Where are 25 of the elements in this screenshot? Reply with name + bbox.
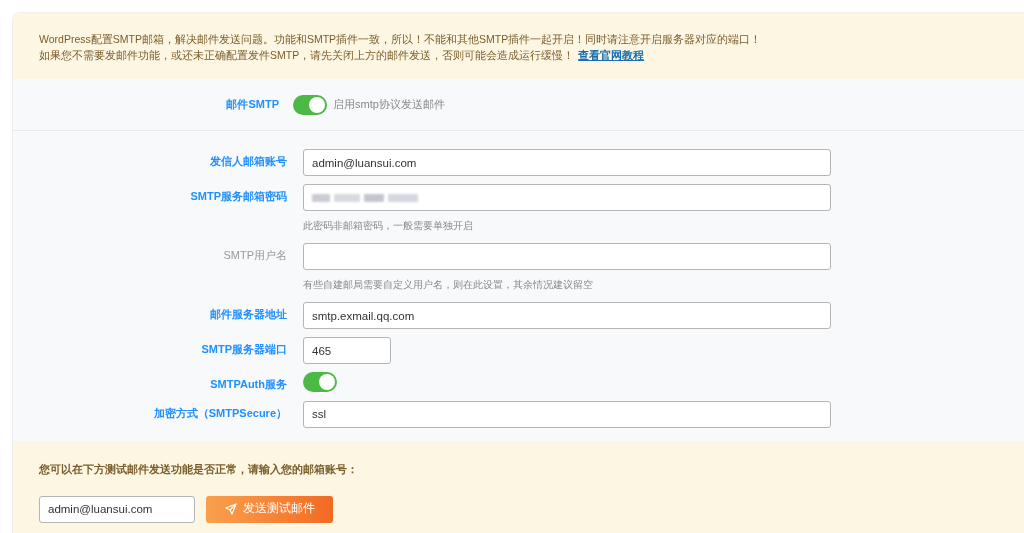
notice-text: WordPress配置SMTP邮箱，解决邮件发送问题。功能和SMTP插件一致，所以！不能和其他SMTP插件一起开启！同时请注意开启服务器对应的端口！	[39, 32, 763, 47]
field-label: 加密方式（SMTPSecure）	[152, 405, 288, 421]
text-field[interactable]: ssl	[303, 400, 831, 428]
field-label: 邮件服务器地址	[209, 307, 288, 322]
test-prompt: 您可以在下方测试邮件发送功能是否正常，请输入您的邮箱账号：	[39, 462, 359, 477]
paper-plane-icon	[224, 503, 237, 515]
field-label: SMTP服务器端口	[200, 342, 288, 357]
field-hint: 此密码非邮箱密码，一般需要单独开启	[303, 219, 474, 233]
field-hint: 有些自建邮局需要自定义用户名，则在此设置，其余情况建议留空	[303, 278, 594, 292]
test-email-field[interactable]: admin@luansui.com	[39, 495, 195, 523]
field-label: 发信人邮箱账号	[209, 154, 288, 169]
field-label: 邮件SMTP	[225, 97, 280, 113]
toggle-switch[interactable]	[293, 94, 327, 115]
text-field[interactable]: smtp.exmail.qq.com	[303, 302, 831, 329]
field-label: SMTPAuth服务	[209, 377, 288, 392]
text-field[interactable]: 465	[303, 337, 391, 364]
text-field[interactable]	[303, 243, 831, 270]
field-label: SMTP用户名	[222, 248, 288, 263]
toggle-switch[interactable]	[303, 372, 337, 392]
password-field[interactable]	[303, 184, 831, 211]
tutorial-link[interactable]: 查看官网教程	[578, 47, 645, 63]
notice-text: 如果您不需要发邮件功能，或还未正确配置发件SMTP，请先关闭上方的邮件发送，否则可能会造成运行缓慢！	[39, 48, 575, 63]
switch-description: 启用smtp协议发送邮件	[333, 97, 445, 113]
field-label: SMTP服务邮箱密码	[189, 189, 288, 204]
text-field[interactable]: admin@luansui.com	[303, 149, 831, 176]
